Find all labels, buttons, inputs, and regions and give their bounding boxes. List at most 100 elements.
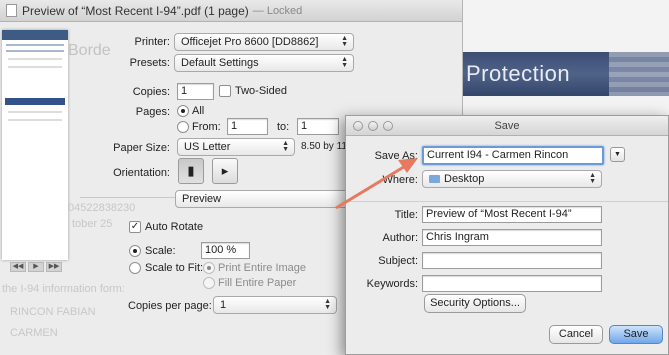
subject-label: Subject:	[378, 255, 418, 267]
title-label: Title:	[394, 209, 418, 221]
thumbnail-bar	[5, 98, 65, 105]
window-controls	[353, 121, 393, 131]
print-window-titlebar[interactable]: Preview of “Most Recent I-94”.pdf (1 pag…	[0, 0, 462, 22]
faded-background-text: the I-94 information form:	[2, 283, 125, 295]
where-popup[interactable]: Desktop ▲ ▼	[422, 170, 602, 188]
faded-background-text: CARMEN	[10, 327, 58, 339]
save-as-field[interactable]: Current I94 - Carmen Rincon	[422, 146, 604, 165]
pdf-document-icon	[6, 4, 17, 17]
minimize-window-button[interactable]	[368, 121, 378, 131]
scale-to-fit-radio[interactable]	[129, 262, 141, 274]
where-label: Where:	[382, 174, 418, 186]
first-page-button[interactable]: ◀◀	[10, 262, 26, 272]
thumbnail-line	[8, 66, 62, 68]
author-label: Author:	[382, 232, 418, 244]
copies-per-page-label: Copies per page:	[128, 300, 212, 312]
popup-arrows-icon: ▲ ▼	[282, 140, 289, 153]
banner-text: Protection	[466, 61, 571, 86]
faded-background-text: Borde	[68, 42, 111, 59]
separator	[80, 197, 175, 198]
faded-background-text: RINCON FABIAN	[10, 306, 96, 318]
section-popup-value: Preview	[182, 193, 222, 205]
next-page-button[interactable]: ▶	[28, 262, 44, 272]
popup-arrows-icon: ▲ ▼	[341, 56, 348, 69]
thumbnail-navigation: ◀◀ ▶ ▶▶	[10, 262, 62, 272]
section-popup[interactable]: Preview	[175, 190, 355, 208]
thumbnail-line	[8, 111, 62, 113]
print-entire-image-radio[interactable]	[203, 262, 215, 274]
printer-popup[interactable]: Officejet Pro 8600 [DD8862] ▲ ▼	[174, 33, 354, 51]
pages-from-radio[interactable]	[177, 121, 189, 133]
copies-per-page-value: 1	[220, 299, 227, 311]
orientation-label: Orientation:	[113, 167, 170, 179]
portrait-orientation-button[interactable]: ▮	[178, 158, 204, 184]
save-dialog-titlebar[interactable]: Save	[346, 116, 668, 136]
thumbnail-line	[6, 44, 64, 46]
save-button[interactable]: Save	[609, 325, 663, 344]
title-field[interactable]: Preview of “Most Recent I-94”	[422, 206, 602, 223]
scale-to-fit-label: Scale to Fit:	[145, 262, 204, 274]
scale-radio[interactable]	[129, 245, 141, 257]
paper-size-label: Paper Size:	[113, 142, 170, 154]
paper-size-popup[interactable]: US Letter ▲ ▼	[177, 138, 295, 156]
window-title: Preview of “Most Recent I-94”.pdf (1 pag…	[22, 3, 249, 18]
scale-label: Scale:	[145, 245, 176, 257]
faded-background-text: 04522838230	[68, 202, 136, 214]
fill-entire-paper-label: Fill Entire Paper	[218, 277, 297, 289]
popup-arrows-icon: ▲ ▼	[341, 35, 348, 48]
portrait-icon: ▮	[187, 163, 195, 178]
thumbnail-header	[2, 30, 68, 40]
banner-flag-stripes	[609, 52, 669, 96]
landscape-icon: ▸	[221, 163, 229, 178]
thumbnail-line	[8, 119, 62, 121]
author-field[interactable]: Chris Ingram	[422, 229, 602, 246]
keywords-field[interactable]	[422, 275, 602, 292]
copies-label: Copies:	[132, 86, 170, 98]
paper-size-dimensions: 8.50 by 11	[301, 141, 347, 152]
pages-from-field[interactable]: 1	[227, 118, 268, 135]
locked-label[interactable]: — Locked	[253, 5, 303, 17]
popup-arrows-icon: ▲ ▼	[324, 298, 331, 311]
document-info-section: Title: Preview of “Most Recent I-94” Aut…	[346, 201, 668, 308]
scale-field[interactable]: 100 %	[201, 242, 250, 259]
chevron-down-icon: ▼	[614, 151, 621, 158]
pages-to-label: to:	[277, 121, 290, 133]
save-dialog: Save Save As: Current I94 - Carmen Rinco…	[345, 115, 669, 355]
security-options-button[interactable]: Security Options...	[424, 294, 526, 313]
two-sided-checkbox[interactable]	[219, 85, 231, 97]
last-page-button[interactable]: ▶▶	[46, 262, 62, 272]
pages-all-label: All	[192, 105, 205, 117]
close-window-button[interactable]	[353, 121, 363, 131]
pages-to-field[interactable]: 1	[297, 118, 339, 135]
copies-per-page-popup[interactable]: 1 ▲ ▼	[213, 296, 337, 314]
cancel-button[interactable]: Cancel	[549, 325, 603, 344]
expand-dialog-button[interactable]: ▼	[610, 147, 625, 162]
auto-rotate-checkbox[interactable]: ✓	[129, 221, 141, 233]
keywords-label: Keywords:	[366, 278, 418, 290]
print-entire-image-label: Print Entire Image	[218, 262, 307, 274]
checkmark-icon: ✓	[130, 221, 140, 232]
save-as-label: Save As:	[374, 150, 418, 162]
save-location-section: Save As: Current I94 - Carmen Rincon ▼ W…	[346, 137, 668, 207]
folder-icon	[429, 175, 440, 183]
zoom-window-button[interactable]	[383, 121, 393, 131]
thumbnail-line	[8, 58, 62, 60]
where-value: Desktop	[444, 173, 485, 185]
printer-value: Officejet Pro 8600 [DD8862]	[181, 36, 319, 48]
faded-background-text: tober 25	[72, 218, 113, 230]
pages-label: Pages:	[135, 106, 170, 118]
subject-field[interactable]	[422, 252, 602, 269]
presets-value: Default Settings	[181, 57, 259, 69]
fill-entire-paper-radio[interactable]	[203, 277, 215, 289]
save-dialog-title: Save	[494, 120, 520, 132]
page-thumbnail	[2, 30, 68, 260]
pages-all-radio[interactable]	[177, 105, 189, 117]
thumbnail-line	[6, 50, 64, 52]
auto-rotate-label: Auto Rotate	[145, 221, 204, 233]
paper-size-value: US Letter	[184, 141, 231, 153]
background-banner: Protection	[462, 52, 669, 96]
landscape-orientation-button[interactable]: ▸	[212, 158, 238, 184]
copies-field[interactable]: 1	[177, 83, 214, 100]
presets-popup[interactable]: Default Settings ▲ ▼	[174, 54, 354, 72]
popup-arrows-icon: ▲ ▼	[589, 172, 596, 185]
